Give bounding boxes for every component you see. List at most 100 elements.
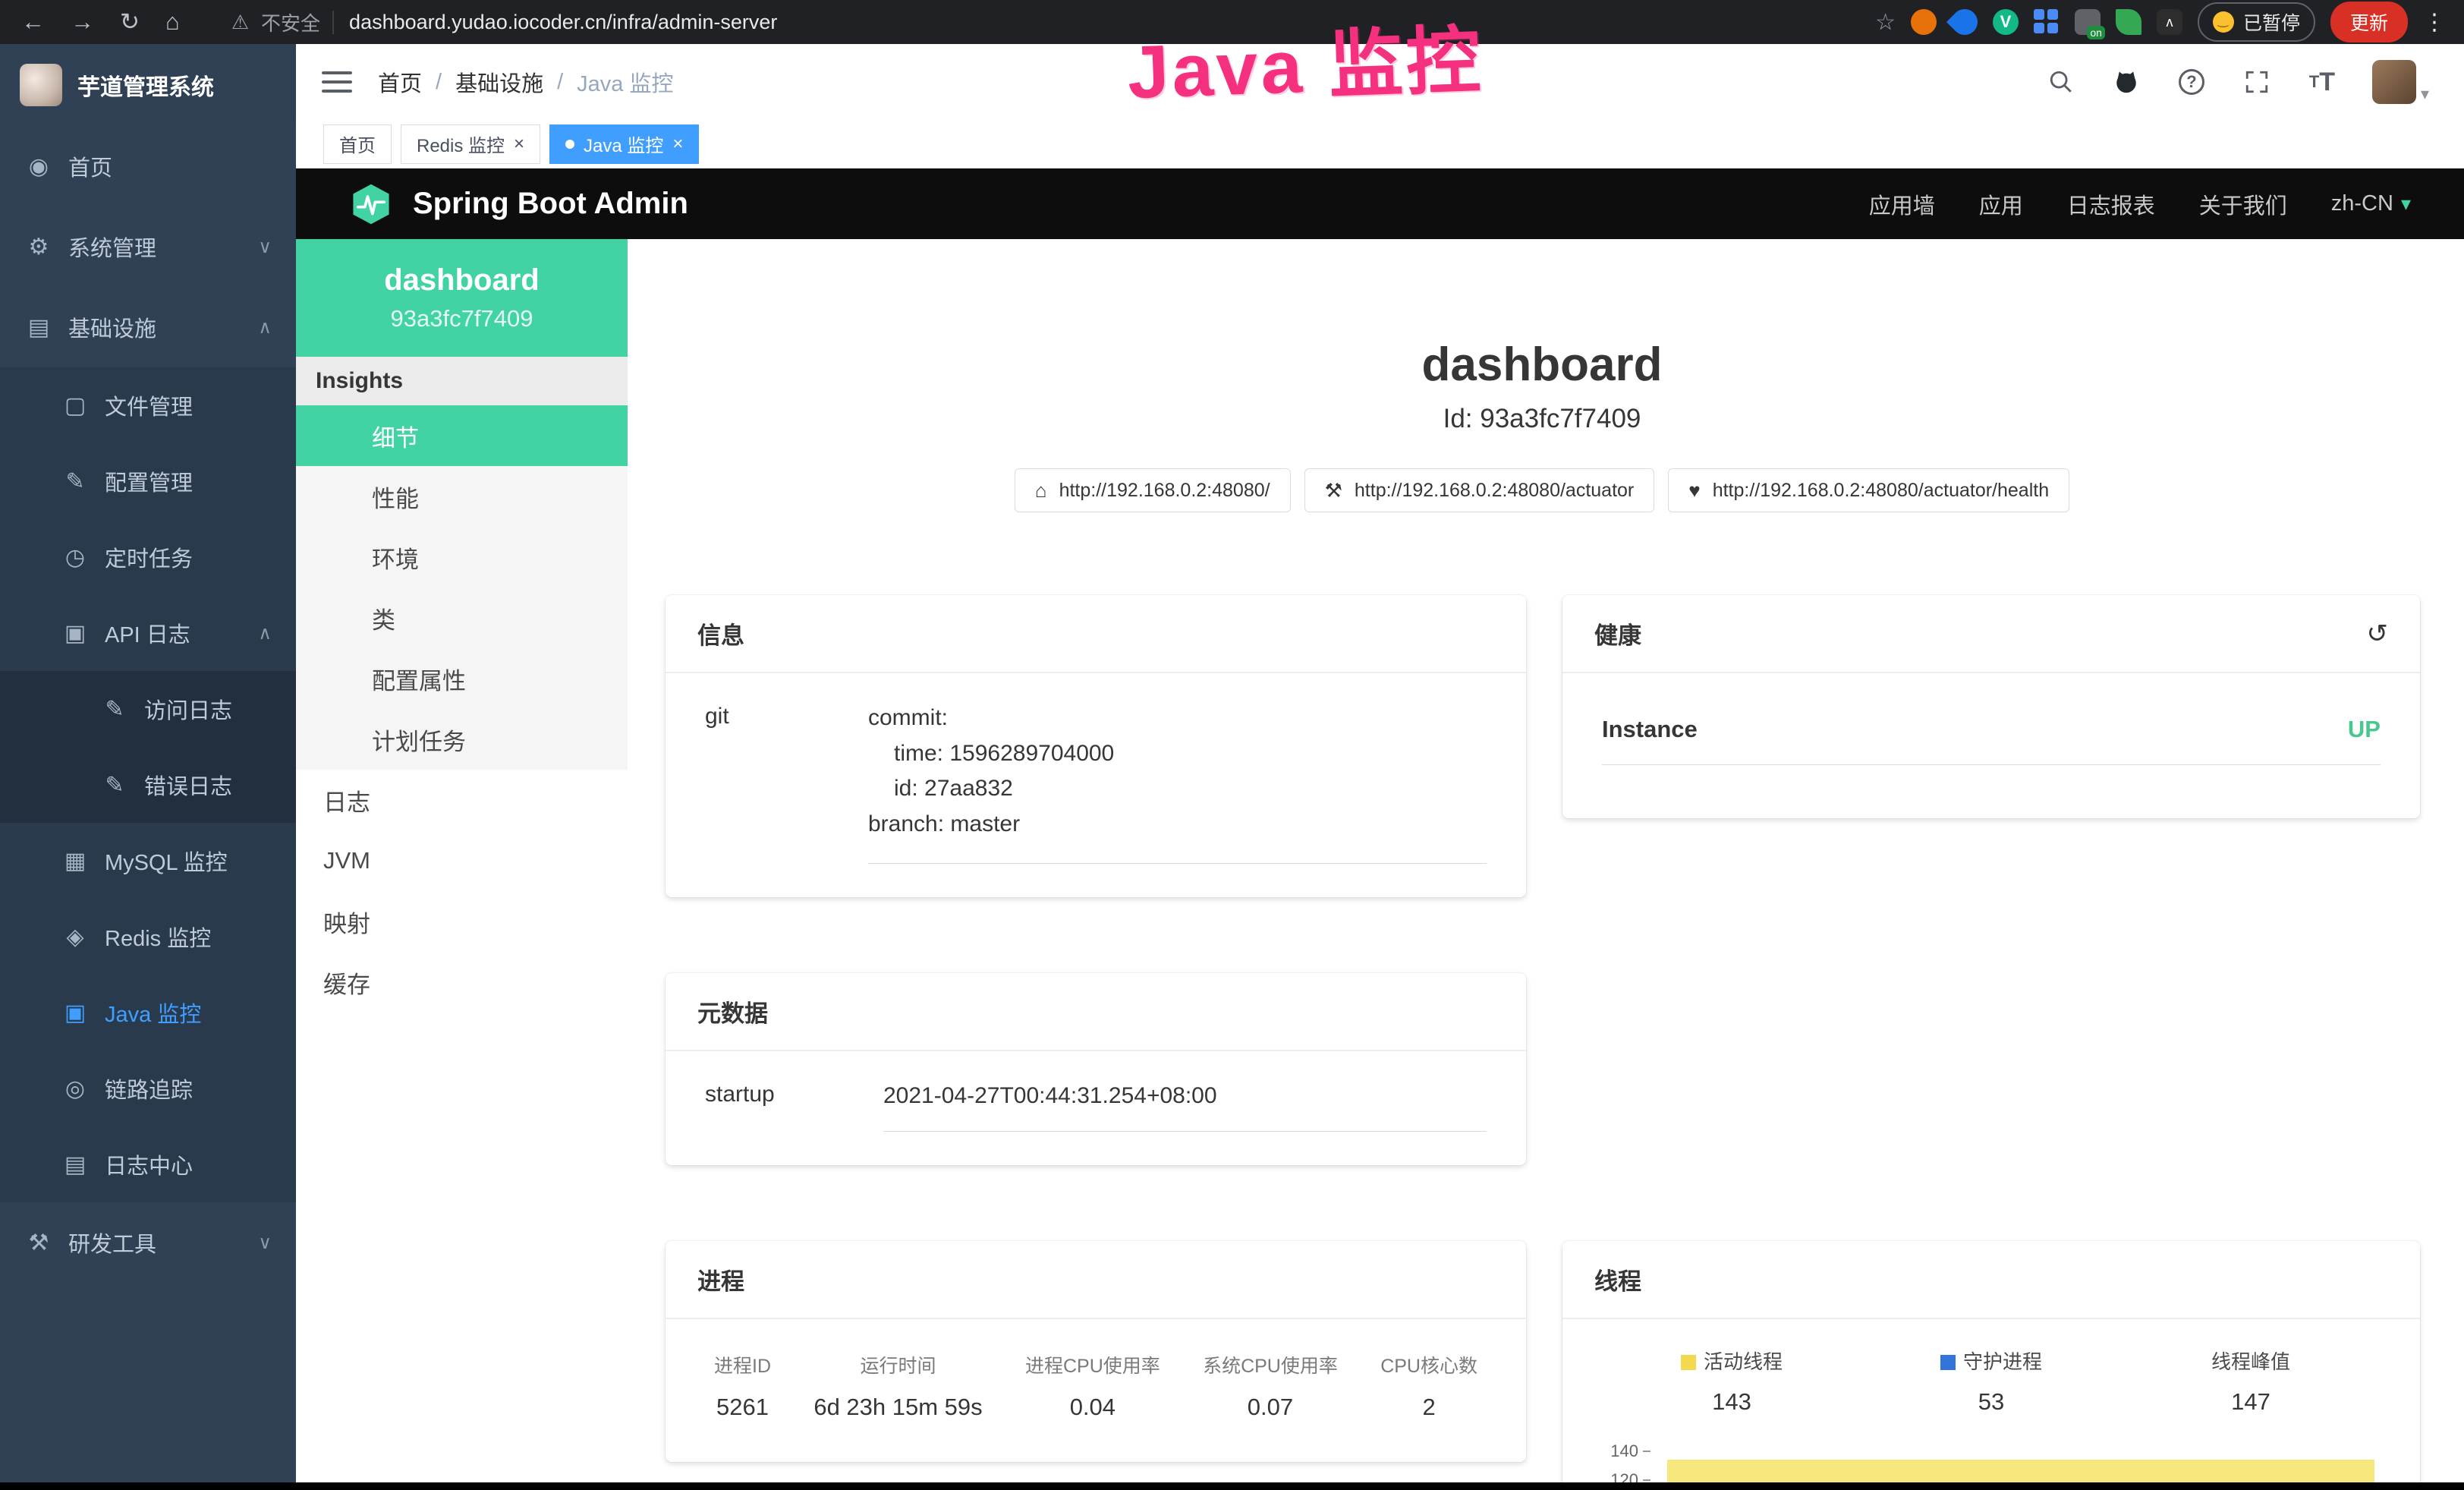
stat-label: 进程ID [714,1351,771,1378]
sidebar-item-scheduled-tasks[interactable]: ◷ 定时任务 [0,519,296,595]
sidebar-item-label: 首页 [68,150,112,182]
forward-icon[interactable]: → [71,8,94,36]
user-menu[interactable]: ▾ [2372,60,2429,104]
tab-java-monitor[interactable]: Java 监控 × [549,124,699,164]
y-tick: 120 [1602,1470,1651,1483]
hamburger-icon[interactable] [322,65,352,99]
sidebar-item-trace[interactable]: ◎ 链路追踪 [0,1051,296,1126]
java-monitor-icon: ▣ [61,1000,90,1026]
sba-item-config-props[interactable]: 配置属性 [296,648,628,709]
service-url-link[interactable]: ⌂ http://192.168.0.2:48080/ [1015,468,1291,512]
extension-icon-6[interactable] [2116,9,2141,35]
card-title: 进程 [697,1262,744,1296]
fullscreen-icon[interactable] [2242,67,2272,97]
close-icon[interactable]: × [672,135,683,153]
sidebar-logo[interactable]: 芋道管理系统 [0,44,296,126]
instance-id: 93a3fc7f7409 [391,305,533,332]
extension-icon-7[interactable]: ʌ [2157,9,2182,35]
extension-icon-4[interactable] [2034,9,2060,35]
sidebar-item-infrastructure[interactable]: ▤ 基础设施 ∧ [0,287,296,367]
breadcrumb-home[interactable]: 首页 [378,66,422,98]
chevron-up-icon: ∧ [258,622,272,644]
github-icon[interactable] [2111,67,2141,97]
bookmark-star-icon[interactable]: ☆ [1875,9,1896,36]
stat-label: 系统CPU使用率 [1203,1351,1338,1378]
tab-home[interactable]: 首页 [323,124,392,164]
sidebar-item-dev-tools[interactable]: ⚒ 研发工具 ∨ [0,1202,296,1283]
breadcrumb: 首页 / 基础设施 / Java 监控 [378,66,673,98]
process-card: 进程 进程ID 5261 运行时间 6d 23h 15m 59s 进程CPU使用… [666,1241,1526,1462]
sidebar-item-access-logs[interactable]: ✎ 访问日志 [0,671,296,747]
home-icon[interactable]: ⌂ [165,8,180,36]
sidebar-item-file-management[interactable]: ▢ 文件管理 [0,367,296,443]
sba-nav-journal[interactable]: 日志报表 [2067,188,2155,220]
actuator-url-link[interactable]: ⚒ http://192.168.0.2:48080/actuator [1304,468,1655,512]
refresh-icon[interactable]: ↻ [120,8,140,36]
instance-header[interactable]: dashboard 93a3fc7f7409 [296,239,628,357]
sba-item-environment[interactable]: 环境 [296,527,628,587]
sba-nav-applications[interactable]: 应用 [1979,188,2023,220]
sba-brand-title[interactable]: Spring Boot Admin [413,187,688,221]
instance-links: ⌂ http://192.168.0.2:48080/ ⚒ http://192… [666,468,2418,512]
health-url-link[interactable]: ♥ http://192.168.0.2:48080/actuator/heal… [1668,468,2069,512]
tab-redis-monitor[interactable]: Redis 监控 × [401,124,540,164]
help-icon[interactable]: ? [2176,67,2207,97]
avatar[interactable] [2372,60,2416,104]
sba-item-caches[interactable]: 缓存 [296,952,628,1013]
info-git-row: git commit: time: 1596289704000 id: 27aa… [705,701,1487,864]
sidebar-item-log-center[interactable]: ▤ 日志中心 [0,1126,296,1202]
breadcrumb-current: Java 监控 [577,66,673,98]
font-size-icon[interactable]: TT [2307,67,2337,97]
legend-value: 147 [2121,1388,2381,1416]
tab-label: Redis 监控 [417,131,505,157]
sidebar-item-mysql-monitor[interactable]: ▦ MySQL 监控 [0,823,296,899]
extension-icon-2[interactable] [1946,4,1983,40]
card-title: 元数据 [697,994,768,1029]
history-icon[interactable]: ↺ [2367,619,2389,649]
sidebar-item-redis-monitor[interactable]: ◈ Redis 监控 [0,899,296,975]
sidebar-item-error-logs[interactable]: ✎ 错误日志 [0,747,296,823]
breadcrumb-infrastructure[interactable]: 基础设施 [455,66,543,98]
instance-id-line: Id: 93a3fc7f7409 [666,404,2418,434]
locale-selector[interactable]: zh-CN ▾ [2331,191,2411,216]
sba-item-details[interactable]: 细节 [296,405,628,466]
metadata-card: 元数据 startup 2021-04-27T00:44:31.254+08:0… [666,973,1526,1165]
extension-icon-3[interactable]: V [1993,9,2019,35]
tools-icon: ⚒ [24,1230,53,1256]
url-text[interactable]: dashboard.yudao.iocoder.cn/infra/admin-s… [332,11,777,34]
legend-live-threads: 活动线程 143 [1602,1347,1861,1416]
back-icon[interactable]: ← [21,8,45,36]
stat-system-cpu: 系统CPU使用率 0.07 [1203,1351,1338,1421]
sba-item-jvm[interactable]: JVM [296,830,628,891]
extension-icon-5[interactable]: on [2075,9,2101,35]
legend-label: 守护进程 [1963,1350,2042,1373]
extension-icon-1[interactable] [1911,9,1937,35]
address-bar[interactable]: ⚠ 不安全 dashboard.yudao.iocoder.cn/infra/a… [231,8,778,36]
sba-nav-about[interactable]: 关于我们 [2199,188,2287,220]
sidebar-item-java-monitor[interactable]: ▣ Java 监控 [0,975,296,1051]
chrome-menu-icon[interactable]: ⋮ [2423,9,2446,36]
sidebar-item-home[interactable]: ◉ 首页 [0,126,296,206]
sba-item-logs[interactable]: 日志 [296,770,628,830]
search-icon[interactable] [2046,67,2076,97]
close-icon[interactable]: × [514,135,524,153]
sba-item-mappings[interactable]: 映射 [296,891,628,952]
paused-badge[interactable]: 已暂停 [2198,2,2315,42]
sidebar-item-api-logs[interactable]: ▣ API 日志 ∧ [0,595,296,671]
stat-value: 0.04 [1025,1394,1160,1421]
sidebar-item-label: 定时任务 [105,541,193,573]
git-time-line: time: 1596289704000 [868,736,1487,772]
chrome-update-button[interactable]: 更新 [2330,2,2408,43]
metadata-startup-row: startup 2021-04-27T00:44:31.254+08:00 [705,1079,1487,1132]
sba-nav-wallboard[interactable]: 应用墙 [1869,188,1935,220]
sba-item-metrics[interactable]: 性能 [296,466,628,527]
link-label: http://192.168.0.2:48080/actuator/health [1713,480,2049,502]
info-key: git [705,701,868,864]
sidebar-item-system[interactable]: ⚙ 系统管理 ∨ [0,206,296,287]
legend-label: 活动线程 [1704,1350,1783,1373]
git-branch-line: branch: master [868,807,1487,843]
sidebar-item-config-management[interactable]: ✎ 配置管理 [0,443,296,519]
sba-item-scheduled-tasks[interactable]: 计划任务 [296,709,628,770]
sba-item-classes[interactable]: 类 [296,587,628,648]
sidebar-item-label: 系统管理 [68,231,156,263]
